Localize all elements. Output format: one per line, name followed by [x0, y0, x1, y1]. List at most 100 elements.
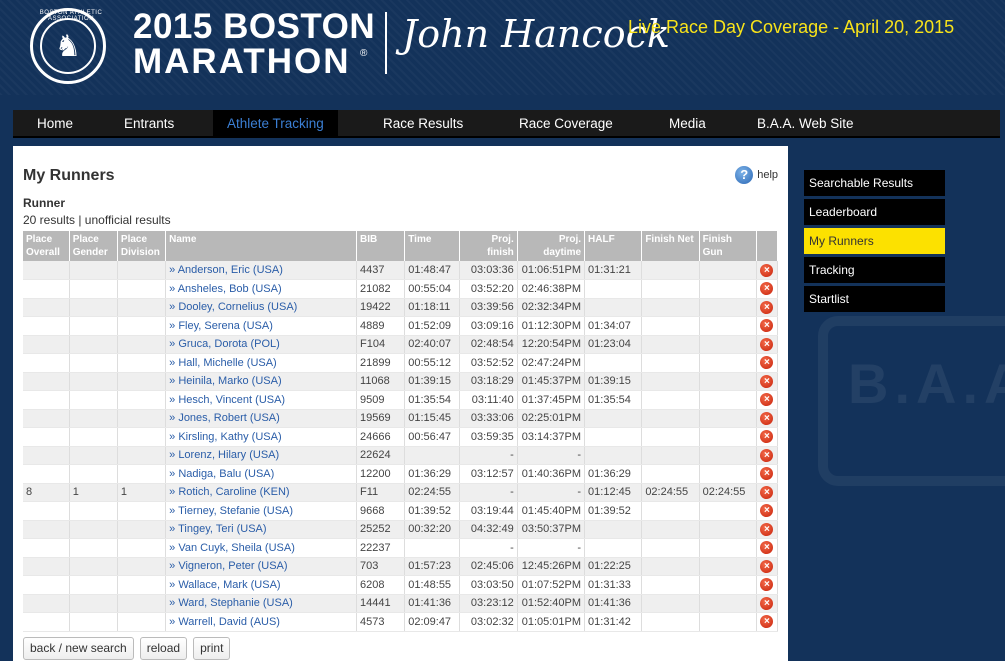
- table-row: » Tingey, Teri (USA) 25252 00:32:20 04:32:4…: [23, 520, 779, 539]
- cell-proj-finish: -: [459, 538, 518, 558]
- remove-icon[interactable]: ×: [760, 615, 774, 629]
- sidebar-item-leaderboard[interactable]: Leaderboard: [804, 199, 945, 225]
- cell-place-gender: [69, 594, 118, 613]
- runner-link[interactable]: » Heinila, Marko (USA): [169, 375, 281, 387]
- col-place-division[interactable]: Place Division: [117, 231, 167, 261]
- nav-race-results[interactable]: Race Results: [369, 110, 477, 138]
- cell-bib: 6208: [356, 575, 406, 595]
- nav-athlete-tracking[interactable]: Athlete Tracking: [213, 110, 338, 138]
- cell-finish-gun: [699, 335, 757, 354]
- runner-link[interactable]: » Warrell, David (AUS): [169, 616, 280, 628]
- remove-icon[interactable]: ×: [760, 448, 774, 462]
- remove-icon[interactable]: ×: [760, 430, 774, 444]
- runner-link[interactable]: » Gruca, Dorota (POL): [169, 338, 280, 350]
- cell-remove: ×: [756, 446, 779, 465]
- col-name[interactable]: Name: [165, 231, 358, 261]
- cell-place-overall: 8: [23, 483, 70, 502]
- cell-time: 00:55:04: [404, 279, 461, 299]
- sidebar-item-my-runners[interactable]: My Runners: [804, 228, 945, 254]
- help-icon[interactable]: ?: [735, 166, 754, 184]
- results-body: » Anderson, Eric (USA) 4437 01:48:47 03:03:…: [23, 261, 779, 632]
- col-place-gender[interactable]: Place Gender: [69, 231, 118, 261]
- cell-time: 01:36:29: [404, 464, 461, 484]
- runner-link[interactable]: » Ward, Stephanie (USA): [169, 597, 293, 609]
- cell-place-overall: [23, 316, 70, 336]
- nav-entrants[interactable]: Entrants: [110, 110, 188, 138]
- col-bib[interactable]: BIB: [356, 231, 406, 261]
- cell-place-gender: [69, 353, 118, 373]
- remove-icon[interactable]: ×: [760, 522, 774, 536]
- cell-half: [584, 298, 643, 317]
- runner-link[interactable]: » Nadiga, Balu (USA): [169, 468, 274, 480]
- remove-icon[interactable]: ×: [760, 541, 774, 555]
- nav-media[interactable]: Media: [655, 110, 720, 138]
- cell-proj-finish: 04:32:49: [459, 520, 518, 539]
- unicorn-icon: ♞: [40, 18, 96, 74]
- remove-icon[interactable]: ×: [760, 319, 774, 333]
- col-place-overall[interactable]: Place Overall: [23, 231, 70, 261]
- remove-icon[interactable]: ×: [760, 300, 774, 314]
- runner-link[interactable]: » Jones, Robert (USA): [169, 412, 280, 424]
- cell-place-overall: [23, 261, 70, 280]
- runner-link[interactable]: » Lorenz, Hilary (USA): [169, 449, 279, 461]
- remove-icon[interactable]: ×: [760, 485, 774, 499]
- cell-time: 01:57:23: [404, 557, 461, 576]
- col-proj-daytime[interactable]: Proj. daytime: [517, 231, 586, 261]
- baa-logo-icon[interactable]: BOSTON ATHLETIC ASSOCIATION ♞: [30, 8, 106, 84]
- back-new-search-button[interactable]: back / new search: [23, 637, 134, 660]
- sidebar-item-startlist[interactable]: Startlist: [804, 286, 945, 312]
- runner-link[interactable]: » Tierney, Stefanie (USA): [169, 505, 293, 517]
- remove-icon[interactable]: ×: [760, 411, 774, 425]
- runner-link[interactable]: » Kirsling, Kathy (USA): [169, 431, 281, 443]
- runner-link[interactable]: » Wallace, Mark (USA): [169, 579, 280, 591]
- cell-finish-net: [641, 612, 700, 632]
- runner-link[interactable]: » Tingey, Teri (USA): [169, 523, 266, 535]
- remove-icon[interactable]: ×: [760, 467, 774, 481]
- runner-link[interactable]: » Ansheles, Bob (USA): [169, 283, 282, 295]
- help-link[interactable]: ? help: [735, 166, 778, 184]
- remove-icon[interactable]: ×: [760, 337, 774, 351]
- col-finish-net[interactable]: Finish Net: [641, 231, 700, 261]
- runner-link[interactable]: » Rotich, Caroline (KEN): [169, 486, 289, 498]
- cell-remove: ×: [756, 575, 779, 595]
- sidebar-item-tracking[interactable]: Tracking: [804, 257, 945, 283]
- cell-proj-finish: 03:52:52: [459, 353, 518, 373]
- cell-name: » Gruca, Dorota (POL): [165, 335, 358, 354]
- remove-icon[interactable]: ×: [760, 374, 774, 388]
- nav-race-coverage[interactable]: Race Coverage: [505, 110, 627, 138]
- cell-proj-finish: -: [459, 446, 518, 465]
- runner-link[interactable]: » Dooley, Cornelius (USA): [169, 301, 297, 313]
- runner-link[interactable]: » Vigneron, Peter (USA): [169, 560, 287, 572]
- cell-finish-gun: [699, 501, 757, 521]
- col-half[interactable]: HALF: [584, 231, 643, 261]
- nav-home[interactable]: Home: [23, 110, 87, 138]
- sidebar-item-searchable-results[interactable]: Searchable Results: [804, 170, 945, 196]
- remove-icon[interactable]: ×: [760, 263, 774, 277]
- runner-link[interactable]: » Hesch, Vincent (USA): [169, 394, 285, 406]
- nav-baa-web-site[interactable]: B.A.A. Web Site: [743, 110, 868, 138]
- runner-link[interactable]: » Hall, Michelle (USA): [169, 357, 277, 369]
- col-finish-gun[interactable]: Finish Gun: [699, 231, 757, 261]
- cell-name: » Heinila, Marko (USA): [165, 372, 358, 391]
- print-button[interactable]: print: [193, 637, 231, 660]
- runner-link[interactable]: » Anderson, Eric (USA): [169, 264, 283, 276]
- reload-button[interactable]: reload: [139, 637, 188, 660]
- remove-icon[interactable]: ×: [760, 596, 774, 610]
- remove-icon[interactable]: ×: [760, 559, 774, 573]
- help-label[interactable]: help: [757, 169, 778, 181]
- remove-icon[interactable]: ×: [760, 504, 774, 518]
- table-row: » Ward, Stephanie (USA) 14441 01:41:36 03:2…: [23, 594, 779, 613]
- cell-proj-finish: 02:48:54: [459, 335, 518, 354]
- runner-link[interactable]: » Van Cuyk, Sheila (USA): [169, 542, 295, 554]
- remove-icon[interactable]: ×: [760, 393, 774, 407]
- cell-proj-finish: 03:52:20: [459, 279, 518, 299]
- cell-half: 01:31:33: [584, 575, 643, 595]
- remove-icon[interactable]: ×: [760, 282, 774, 296]
- col-proj-finish[interactable]: Proj. finish: [459, 231, 518, 261]
- col-time[interactable]: Time: [404, 231, 461, 261]
- cell-place-division: [117, 279, 167, 299]
- runner-link[interactable]: » Fley, Serena (USA): [169, 320, 273, 332]
- remove-icon[interactable]: ×: [760, 356, 774, 370]
- cell-place-division: [117, 409, 167, 428]
- remove-icon[interactable]: ×: [760, 578, 774, 592]
